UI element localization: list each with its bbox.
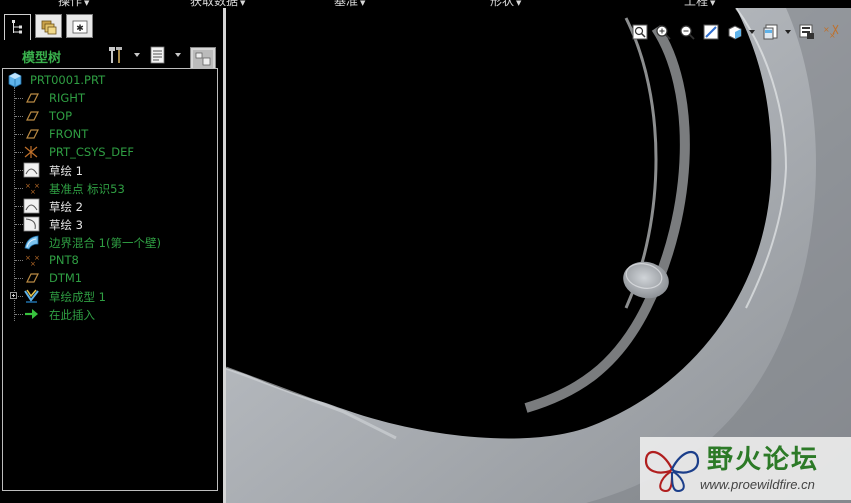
settings-dropdown-icon[interactable] [175,53,181,57]
forum-title: 野火论坛 [707,445,820,475]
sketched-form-icon [23,288,40,304]
csys-icon [23,144,40,160]
graphics-viewport[interactable] [226,8,851,503]
datum-plane-icon [23,108,40,124]
datum-display-icon[interactable]: × × [821,22,841,42]
tree-branch [15,260,23,261]
tree-item-datum-point[interactable]: × × × 基准点 标识53 [3,179,215,197]
tree-header: 模型树 [0,42,222,71]
tree-branch [15,278,23,279]
layers-icon[interactable] [797,22,817,42]
datum-point-icon: × × × [23,180,40,196]
sketch-icon [23,162,40,178]
butterfly-logo-icon [642,441,702,501]
datum-plane-icon [23,270,40,286]
tree-branch [15,116,23,117]
tree-item-right-plane[interactable]: RIGHT [3,89,215,107]
tree-branch [15,134,23,135]
expand-toggle[interactable] [10,292,17,299]
tree-item-sketched-form[interactable]: 草绘成型 1 [3,287,215,305]
tools-icon[interactable] [106,45,128,69]
forum-watermark: 野火论坛 www.proewildfire.cn [640,437,851,500]
tree-branch [15,188,23,189]
settings-document-icon[interactable] [148,45,168,69]
menu-bar: 操作 ▼ 获取数据 ▼ 基准 ▼ 形状 ▼ 工程 ▼ [0,0,851,8]
tree-item-dtm1[interactable]: DTM1 [3,269,215,287]
tree-branch [15,224,23,225]
zoom-out-icon[interactable] [677,22,697,42]
tree-item-csys[interactable]: PRT_CSYS_DEF [3,143,215,161]
tab-model-tree[interactable] [4,14,31,40]
tree-item-front-plane[interactable]: FRONT [3,125,215,143]
tree-item-top-plane[interactable]: TOP [3,107,215,125]
tree-branch [15,98,23,99]
model-tree: PRT0001.PRT RIGHT TOP FRONT PRT_CSYS_DEF… [2,68,218,491]
svg-text:×: × [829,31,836,40]
datum-point-icon: × × × [23,252,40,268]
tree-branch [15,314,23,315]
svg-text:×: × [34,182,40,190]
folder-browser-icon [41,20,57,35]
tree-item-insert-here[interactable]: 在此插入 [3,305,215,323]
part-icon [6,72,23,88]
tree-item-sketch-1[interactable]: 草绘 1 [3,161,215,179]
shading-icon[interactable] [725,22,745,42]
repaint-icon[interactable] [701,22,721,42]
tree-item-boundary-blend[interactable]: 边界混合 1(第一个壁) [3,233,215,251]
forum-url: www.proewildfire.cn [700,477,815,492]
sketch-icon [23,198,40,214]
favorites-icon: ✱ [72,20,88,34]
insert-here-arrow-icon [23,306,40,322]
model-ring-surface [226,8,851,503]
navigator-panel: ✱ 模型树 PRT0001.PRT RIGHT TOP FRONT PRT_CS… [0,8,224,503]
tree-item-pnt8[interactable]: × × × PNT8 [3,251,215,269]
refit-icon[interactable] [630,22,650,42]
zoom-in-icon[interactable] [653,22,673,42]
datum-plane-icon [23,126,40,142]
tree-branch [15,206,23,207]
tab-folder-browser[interactable] [35,14,62,38]
tree-branch [15,170,23,171]
svg-text:×: × [34,254,40,262]
view-toolbar: × × [630,22,851,42]
boundary-blend-icon [23,234,40,250]
tree-branch [15,152,23,153]
svg-text:✱: ✱ [76,24,84,34]
tools-dropdown-icon[interactable] [134,53,140,57]
tree-item-sketch-2[interactable]: 草绘 2 [3,197,215,215]
model-tree-icon [12,20,22,34]
tab-favorites[interactable]: ✱ [66,14,93,38]
tree-item-root-part[interactable]: PRT0001.PRT [3,71,215,89]
model-tree-title: 模型树 [22,51,62,66]
sketch-icon [23,216,40,232]
datum-plane-icon [23,90,40,106]
shading-dropdown-icon[interactable] [749,30,755,34]
tree-item-sketch-3[interactable]: 草绘 3 [3,215,215,233]
tree-branch [15,242,23,243]
saved-views-icon[interactable] [761,22,781,42]
saved-views-dropdown-icon[interactable] [785,30,791,34]
